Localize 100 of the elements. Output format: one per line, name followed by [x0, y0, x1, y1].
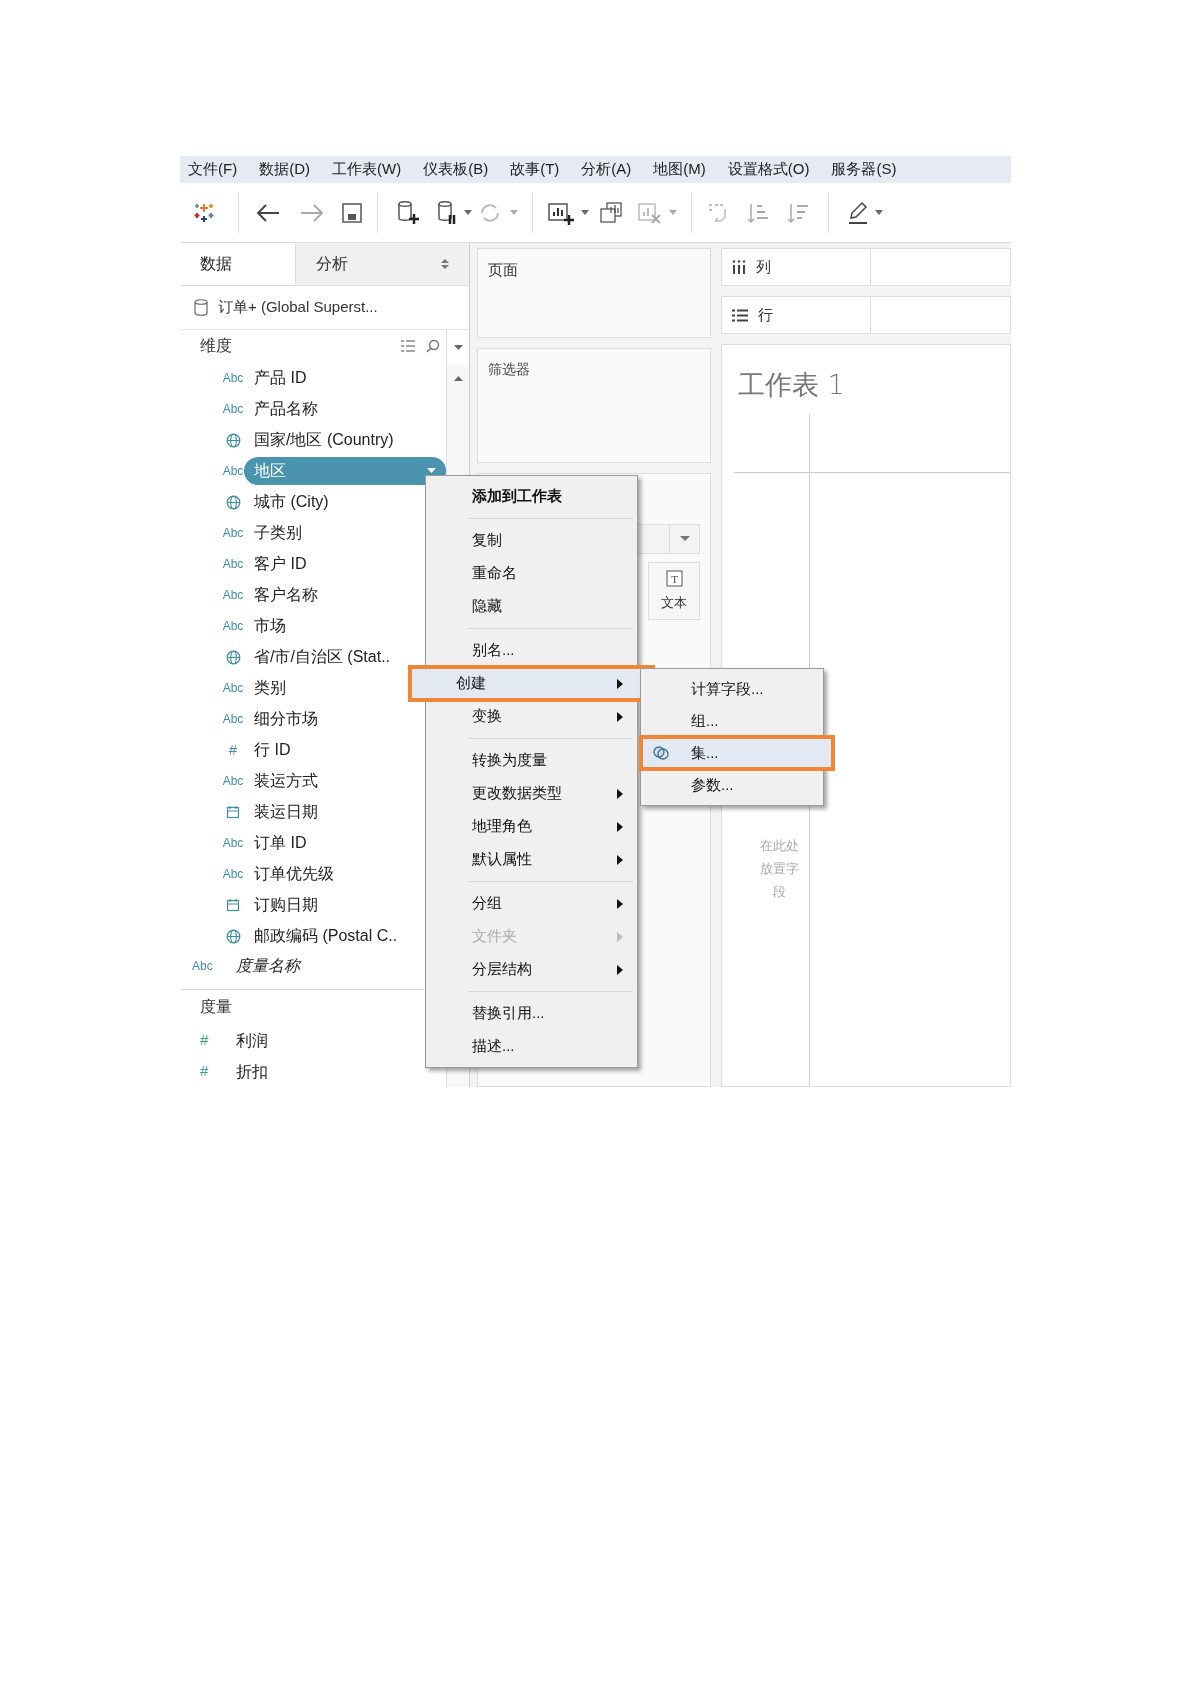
dimension-field[interactable]: 订单 ID: [254, 831, 307, 856]
calendar-icon: [226, 805, 240, 820]
list-view-icon[interactable]: [400, 340, 416, 353]
text-mark-button[interactable]: T 文本: [648, 562, 700, 620]
menu-item[interactable]: 服务器(S): [831, 158, 897, 181]
dimension-field[interactable]: 细分市场: [254, 707, 318, 732]
search-icon[interactable]: [426, 339, 440, 354]
rows-icon: [732, 308, 748, 322]
set-icon: [653, 746, 669, 760]
dimension-field[interactable]: 装运方式: [254, 769, 318, 794]
context-menu-item[interactable]: 隐藏: [426, 590, 637, 623]
string-type-mark: Abc: [222, 835, 244, 853]
dimension-field[interactable]: 订购日期: [254, 893, 318, 918]
dimension-field[interactable]: 国家/地区 (Country): [254, 428, 394, 453]
globe-icon: [225, 432, 241, 448]
dimension-field[interactable]: 邮政编码 (Postal C..: [254, 924, 398, 949]
context-menu-item[interactable]: 别名...: [426, 634, 637, 667]
dimension-field[interactable]: 行 ID: [254, 738, 291, 763]
highlighter-icon[interactable]: [847, 200, 869, 225]
scroll-up-arrow-icon[interactable]: [453, 375, 463, 381]
context-menu-item[interactable]: 变换: [426, 700, 637, 733]
dimension-field[interactable]: 子类别: [254, 521, 302, 546]
string-type-mark: Abc: [192, 958, 214, 976]
dimension-field[interactable]: 客户 ID: [254, 552, 307, 577]
dimension-field[interactable]: 城市 (City): [254, 490, 329, 515]
globe-icon: [225, 928, 241, 944]
pause-data-icon[interactable]: [436, 199, 458, 226]
globe-icon: [225, 494, 241, 510]
columns-icon: [732, 260, 746, 274]
measure-names-field[interactable]: 度量名称: [236, 954, 300, 979]
measure-field[interactable]: 利润: [236, 1028, 268, 1053]
data-source-name[interactable]: 订单+ (Global Superst...: [218, 296, 378, 319]
save-icon[interactable]: [341, 201, 363, 224]
submenu-arrow-icon: [617, 898, 623, 909]
dimension-field[interactable]: 类别: [254, 676, 286, 701]
context-menu-item[interactable]: 替换引用...: [426, 997, 637, 1030]
submenu-item[interactable]: 集...: [641, 737, 833, 769]
context-menu-item[interactable]: 转换为度量: [426, 744, 637, 777]
menu-item[interactable]: 文件(F): [188, 158, 238, 181]
context-menu-item[interactable]: 更改数据类型: [426, 777, 637, 810]
dimension-field[interactable]: 装运日期: [254, 800, 318, 825]
context-menu-item[interactable]: 重命名: [426, 557, 637, 590]
submenu-arrow-icon: [617, 821, 623, 832]
menu-item[interactable]: 设置格式(O): [727, 158, 810, 181]
string-type-mark: Abc: [222, 401, 244, 419]
rows-shelf-label: 行: [721, 296, 871, 334]
back-arrow-icon[interactable]: [255, 202, 281, 223]
dimension-field[interactable]: 产品 ID: [254, 366, 307, 391]
new-data-source-icon[interactable]: [396, 199, 420, 226]
caret-icon[interactable]: [464, 209, 472, 216]
database-icon: [194, 299, 208, 316]
submenu-arrow-icon: [617, 788, 623, 799]
context-menu-item[interactable]: 分层结构: [426, 953, 637, 986]
caret-icon[interactable]: [875, 209, 883, 216]
pane-tab[interactable]: 分析: [295, 243, 469, 285]
menu-item[interactable]: 数据(D): [259, 158, 310, 181]
context-menu-item[interactable]: 复制: [426, 524, 637, 557]
context-menu-item[interactable]: 默认属性: [426, 843, 637, 876]
dimension-field[interactable]: 市场: [254, 614, 286, 639]
submenu-arrow-icon: [617, 964, 623, 975]
string-type-mark: Abc: [222, 618, 244, 636]
dimension-field[interactable]: 产品名称: [254, 397, 318, 422]
submenu-item[interactable]: 参数...: [641, 769, 823, 801]
sort-arrows-icon[interactable]: [441, 258, 449, 270]
context-menu-item[interactable]: 创建: [410, 667, 653, 700]
duplicate-chart-icon[interactable]: [599, 200, 623, 225]
string-type-mark: Abc: [222, 773, 244, 791]
dimension-field[interactable]: 订单优先级: [254, 862, 334, 887]
context-menu-item[interactable]: 分组: [426, 887, 637, 920]
submenu-arrow-icon: [617, 711, 623, 722]
number-type-mark: #: [228, 739, 238, 760]
dimension-field[interactable]: 省/市/自治区 (Stat..: [254, 645, 390, 670]
pages-card-title: 页面: [488, 260, 518, 280]
submenu-item[interactable]: 组...: [641, 705, 823, 737]
measure-field[interactable]: 折扣: [236, 1059, 268, 1084]
string-type-mark: Abc: [222, 866, 244, 884]
dimensions-menu-button[interactable]: [447, 330, 469, 365]
submenu-arrow-icon: [617, 678, 623, 689]
menu-item[interactable]: 分析(A): [581, 158, 632, 181]
context-menu-item[interactable]: 地理角色: [426, 810, 637, 843]
worksheet-title: 工作表 1: [738, 368, 846, 402]
caret-icon[interactable]: [581, 209, 589, 216]
dimensions-heading: 维度: [200, 336, 232, 357]
menu-item[interactable]: 地图(M): [653, 158, 706, 181]
calendar-icon: [226, 898, 240, 913]
string-type-mark: Abc: [222, 463, 244, 481]
menu-item[interactable]: 故事(T): [510, 158, 560, 181]
dimension-field[interactable]: 客户名称: [254, 583, 318, 608]
columns-shelf-label: 列: [721, 248, 871, 286]
number-type-mark: #: [200, 1030, 210, 1051]
submenu-arrow-icon: [617, 854, 623, 865]
menu-item[interactable]: 工作表(W): [332, 158, 402, 181]
menu-item[interactable]: 仪表板(B): [423, 158, 489, 181]
submenu-arrow-icon: [617, 931, 623, 942]
context-menu-item[interactable]: 描述...: [426, 1030, 637, 1063]
string-type-mark: Abc: [222, 556, 244, 574]
caret-icon[interactable]: [453, 344, 463, 351]
measures-heading: 度量: [200, 997, 232, 1018]
filters-card-title: 筛选器: [488, 360, 530, 379]
string-type-mark: Abc: [222, 370, 244, 388]
